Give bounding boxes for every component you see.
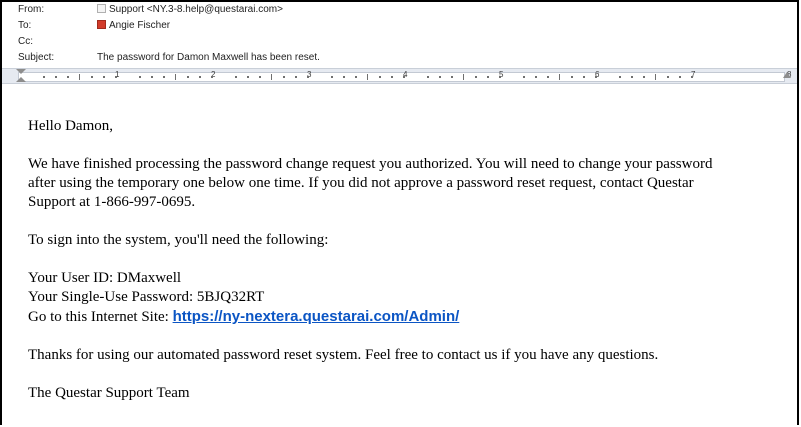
ruler-tick [619,76,621,78]
ruler-tick [295,76,297,78]
cc-label: Cc: [18,36,33,47]
subject-row: Subject: The password for Damon Maxwell … [2,50,797,66]
ruler-tick [139,76,141,78]
ruler-tick [343,76,345,78]
ruler-tick [691,76,693,78]
ruler-tick [631,76,633,78]
ruler-tick [175,74,176,80]
ruler-tick [655,74,656,80]
ruler-tick [463,74,464,80]
ruler-tick [379,76,381,78]
from-value[interactable]: Support <NY.3-8.help@questarai.com> [97,2,283,18]
paragraph-2: To sign into the system, you'll need the… [28,232,329,248]
to-value[interactable]: Angie Fischer [97,18,170,34]
user-id-line: Your User ID: DMaxwell [28,270,182,286]
cc-row: Cc: [2,34,797,50]
ruler-tick [199,76,201,78]
ruler-tick [331,76,333,78]
ruler-tick [391,76,393,78]
ruler-tick [367,74,368,80]
hanging-indent-marker[interactable] [16,77,26,82]
horizontal-ruler[interactable]: 12345678 [2,68,797,84]
ruler-tick [271,74,272,80]
ruler-tick [427,76,429,78]
ruler-tick [451,76,453,78]
ruler-tick [523,76,525,78]
ruler-tick [247,76,249,78]
ruler-tick [643,76,645,78]
ruler-tick [163,76,165,78]
to-label: To: [18,20,32,31]
ruler-tick [679,76,681,78]
paragraph-1-line-2: after using the temporary one below one … [28,175,694,191]
ruler-tick [67,76,69,78]
thanks-line: Thanks for using our automated password … [28,347,659,363]
ruler-tick [355,76,357,78]
ruler-tick [103,76,105,78]
ruler-tick [583,76,585,78]
ruler-tick [559,74,560,80]
subject-value: The password for Damon Maxwell has been … [97,52,320,63]
to-row: To: Angie Fischer [2,18,797,34]
ruler-tick [667,76,669,78]
from-row: From: Support <NY.3-8.help@questarai.com… [2,2,797,18]
ruler-tick [283,76,285,78]
site-prefix: Go to this Internet Site: [28,309,173,325]
right-indent-marker[interactable] [783,70,791,78]
ruler-tick [259,76,261,78]
recipient-contact-icon [97,20,106,29]
from-label: From: [18,4,45,15]
ruler-tick [475,76,477,78]
ruler-tick [151,76,153,78]
ruler-tick [211,76,213,78]
message-header: From: Support <NY.3-8.help@questarai.com… [2,2,797,66]
password-line: Your Single-Use Password: 5BJQ32RT [28,289,265,305]
first-line-indent-marker[interactable] [16,69,26,74]
from-address[interactable]: Support <NY.3-8.help@questarai.com> [109,4,283,15]
site-line: Go to this Internet Site: https://ny-nex… [28,307,787,327]
to-name[interactable]: Angie Fischer [109,20,170,31]
ruler-tick [187,76,189,78]
sender-contact-icon [97,4,106,13]
ruler-tick [79,74,80,80]
subject-label: Subject: [18,52,55,63]
ruler-tick [547,76,549,78]
ruler-tick [43,76,45,78]
greeting: Hello Damon, [28,118,113,134]
ruler-tick [571,76,573,78]
ruler-tick [487,76,489,78]
ruler-tick [115,76,117,78]
ruler-tick [403,76,405,78]
ruler-tick [439,76,441,78]
paragraph-1-line-3: Support at 1-866-997-0695. [28,194,196,210]
ruler-track: 12345678 [18,70,791,82]
ruler-tick [595,76,597,78]
signature: The Questar Support Team [28,385,190,401]
email-window: From: Support <NY.3-8.help@questarai.com… [0,0,799,425]
ruler-tick [55,76,57,78]
ruler-tick [91,76,93,78]
ruler-tick [235,76,237,78]
ruler-tick [499,76,501,78]
ruler-tick [535,76,537,78]
ruler-tick [307,76,309,78]
admin-site-link[interactable]: https://ny-nextera.questarai.com/Admin/ [173,308,460,325]
message-body: Hello Damon, We have finished processing… [28,117,787,403]
paragraph-1-line-1: We have finished processing the password… [28,156,713,172]
